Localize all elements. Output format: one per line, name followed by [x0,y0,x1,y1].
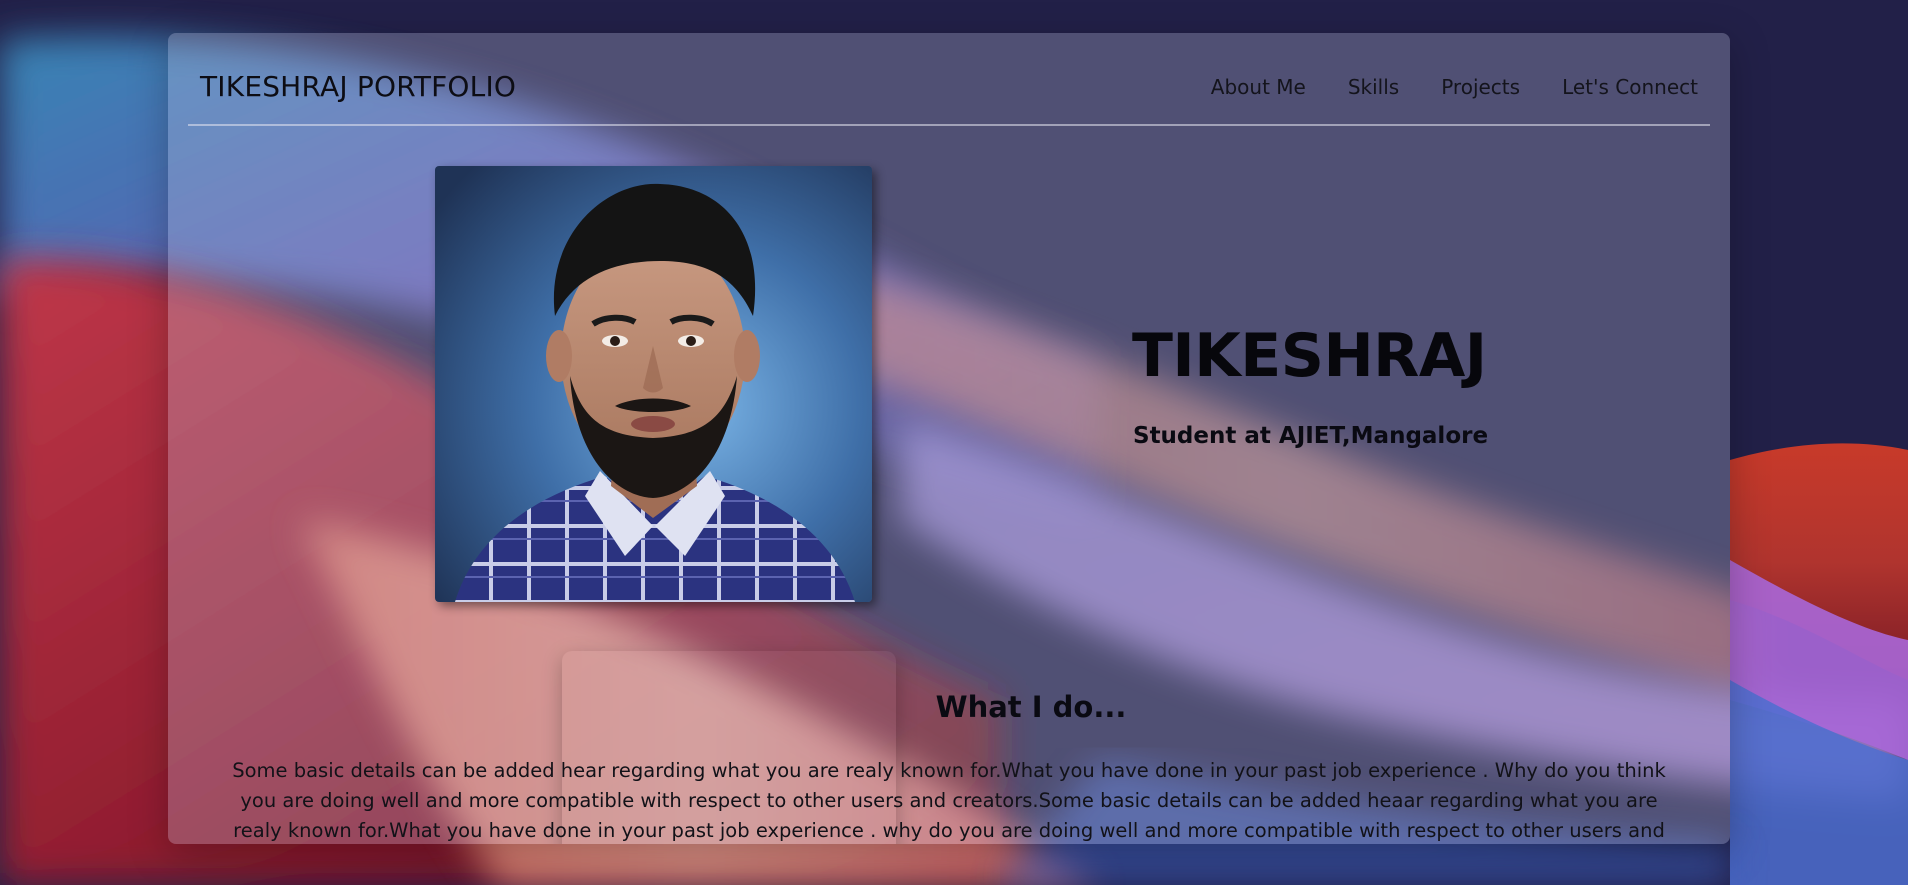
portfolio-card: TIKESHRAJ PORTFOLIO About Me Skills Proj… [168,33,1730,844]
section-title: What I do... [168,690,1730,724]
profile-portrait-image [435,166,872,602]
hero-name: TIKESHRAJ [1132,321,1487,391]
nav-links: About Me Skills Projects Let's Connect [1211,75,1698,99]
profile-photo [435,166,872,602]
nav-link-about-me[interactable]: About Me [1211,75,1306,99]
brand-logo-text[interactable]: TIKESHRAJ PORTFOLIO [200,70,516,103]
navbar: TIKESHRAJ PORTFOLIO About Me Skills Proj… [188,33,1710,126]
section-description: Some basic details can be added hear reg… [232,759,1666,842]
nav-link-skills[interactable]: Skills [1348,75,1399,99]
nav-link-projects[interactable]: Projects [1441,75,1520,99]
hero-subtitle: Student at AJIET,Mangalore [1133,423,1489,449]
nav-link-lets-connect[interactable]: Let's Connect [1562,75,1698,99]
section-title-text: What I do... [935,690,1127,724]
